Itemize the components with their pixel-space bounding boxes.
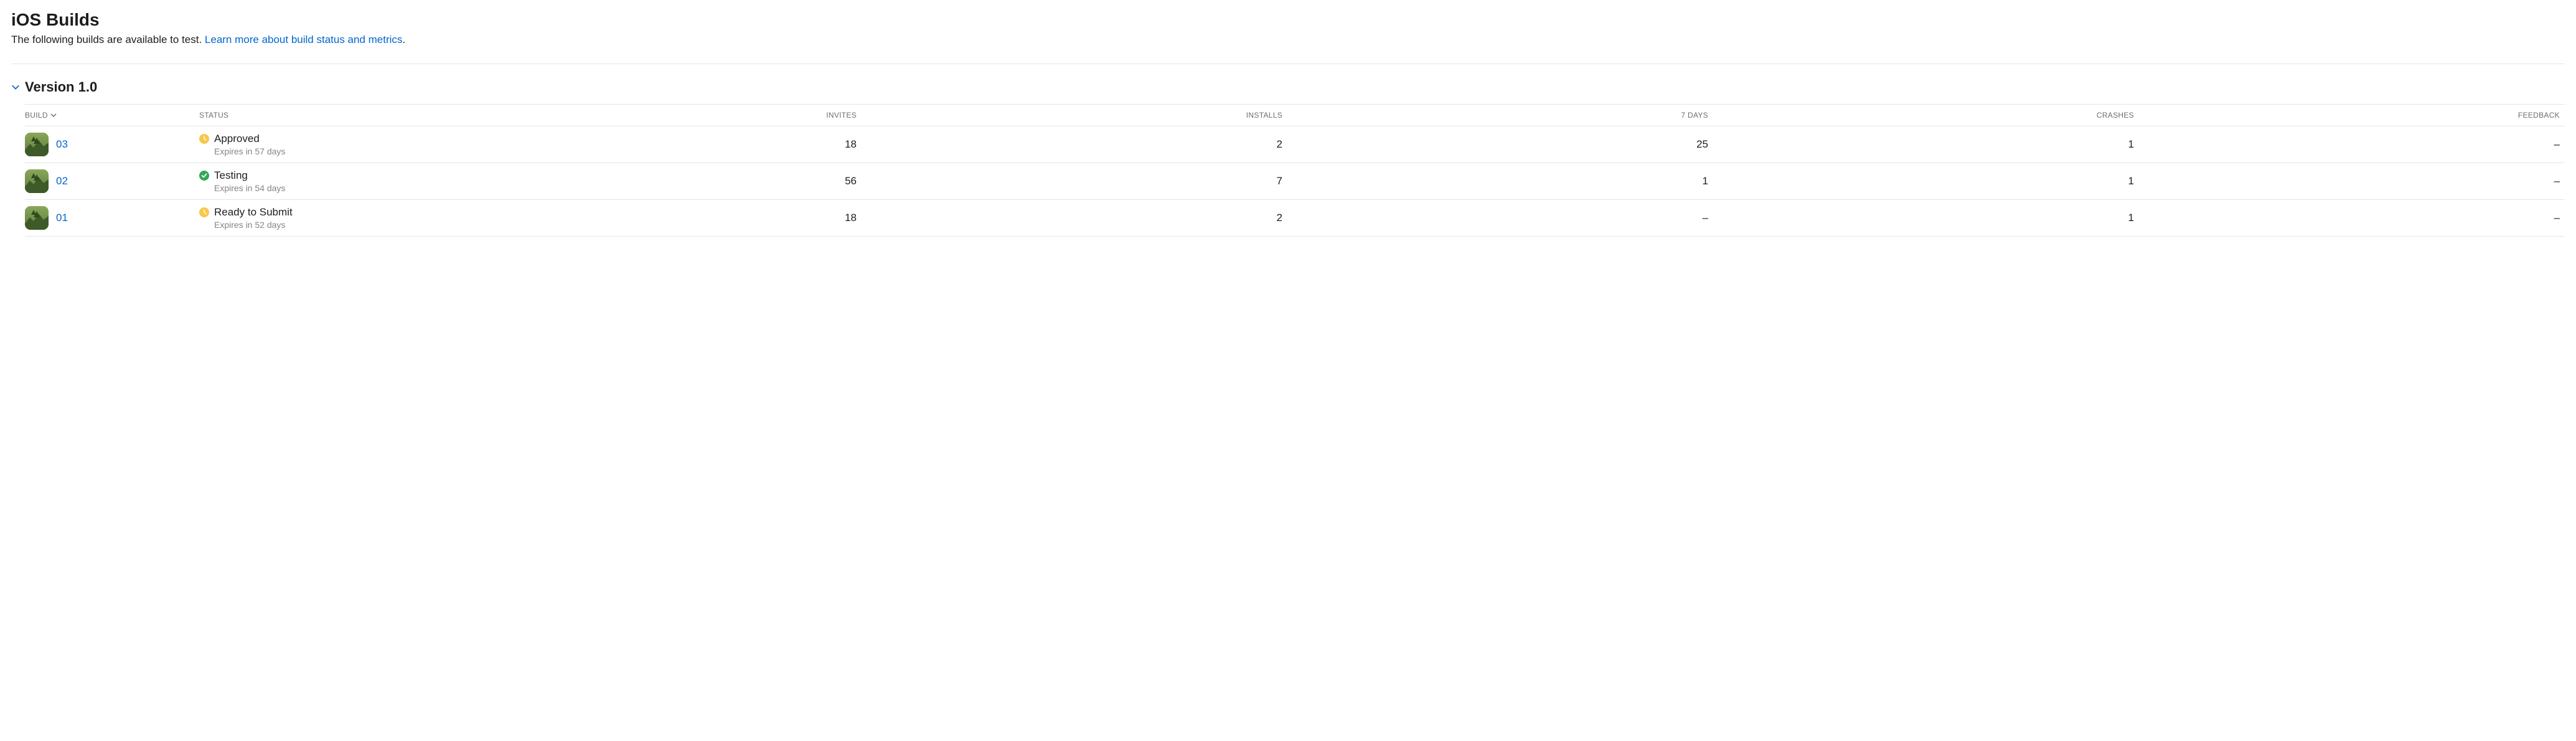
column-status: STATUS: [199, 111, 436, 120]
page-subtitle: The following builds are available to te…: [11, 34, 2565, 46]
table-row[interactable]: 01 Ready to Submit Expires in 52 days 18…: [25, 200, 2565, 237]
invites-value: 18: [436, 212, 862, 224]
column-installs: INSTALLS: [862, 111, 1287, 120]
build-cell: 01: [25, 206, 199, 230]
seven-days-value: 25: [1287, 138, 1713, 151]
status-expiry: Expires in 54 days: [214, 183, 285, 193]
feedback-value: –: [2139, 212, 2565, 224]
crashes-value: 1: [1713, 138, 2139, 151]
status-expiry: Expires in 57 days: [214, 146, 285, 156]
invites-value: 18: [436, 138, 862, 151]
seven-days-value: –: [1287, 212, 1713, 224]
column-build-label: BUILD: [25, 111, 48, 120]
installs-value: 2: [862, 138, 1287, 151]
column-crashes: CRASHES: [1713, 111, 2139, 120]
learn-more-link[interactable]: Learn more about build status and metric…: [205, 34, 403, 45]
status-label: Ready to Submit: [214, 206, 293, 219]
app-icon: [25, 169, 49, 193]
status-label: Approved: [214, 133, 285, 145]
build-number-link[interactable]: 01: [56, 212, 68, 224]
version-disclosure[interactable]: Version 1.0: [11, 79, 2565, 95]
seven-days-value: 1: [1287, 175, 1713, 187]
crashes-value: 1: [1713, 212, 2139, 224]
installs-value: 2: [862, 212, 1287, 224]
builds-table: BUILD STATUS INVITES INSTALLS 7 DAYS CRA…: [25, 104, 2565, 237]
status-text: Ready to Submit Expires in 52 days: [214, 206, 293, 230]
status-label: Testing: [214, 169, 285, 182]
build-number-link[interactable]: 03: [56, 138, 68, 151]
invites-value: 56: [436, 175, 862, 187]
status-cell: Ready to Submit Expires in 52 days: [199, 206, 436, 230]
table-header: BUILD STATUS INVITES INSTALLS 7 DAYS CRA…: [25, 104, 2565, 126]
feedback-value: –: [2139, 138, 2565, 151]
version-title: Version 1.0: [25, 79, 97, 95]
clock-icon: [199, 207, 209, 217]
status-cell: Testing Expires in 54 days: [199, 169, 436, 193]
feedback-value: –: [2139, 175, 2565, 187]
status-text: Testing Expires in 54 days: [214, 169, 285, 193]
installs-value: 7: [862, 175, 1287, 187]
page-title: iOS Builds: [11, 10, 2565, 30]
chevron-down-icon: [50, 112, 57, 118]
app-icon: [25, 206, 49, 230]
app-icon: [25, 133, 49, 156]
chevron-down-icon: [11, 83, 20, 92]
status-expiry: Expires in 52 days: [214, 220, 293, 230]
status-cell: Approved Expires in 57 days: [199, 133, 436, 156]
build-cell: 03: [25, 133, 199, 156]
crashes-value: 1: [1713, 175, 2139, 187]
build-number-link[interactable]: 02: [56, 175, 68, 187]
check-circle-icon: [199, 171, 209, 181]
column-seven-days: 7 DAYS: [1287, 111, 1713, 120]
subtitle-text: The following builds are available to te…: [11, 34, 205, 45]
column-build[interactable]: BUILD: [25, 111, 199, 120]
clock-icon: [199, 134, 209, 144]
subtitle-suffix: .: [402, 34, 405, 45]
table-row[interactable]: 03 Approved Expires in 57 days 18 2 25 1…: [25, 126, 2565, 163]
table-row[interactable]: 02 Testing Expires in 54 days 56 7 1 1 –: [25, 163, 2565, 200]
status-text: Approved Expires in 57 days: [214, 133, 285, 156]
column-invites: INVITES: [436, 111, 862, 120]
column-feedback: FEEDBACK: [2139, 111, 2565, 120]
build-cell: 02: [25, 169, 199, 193]
